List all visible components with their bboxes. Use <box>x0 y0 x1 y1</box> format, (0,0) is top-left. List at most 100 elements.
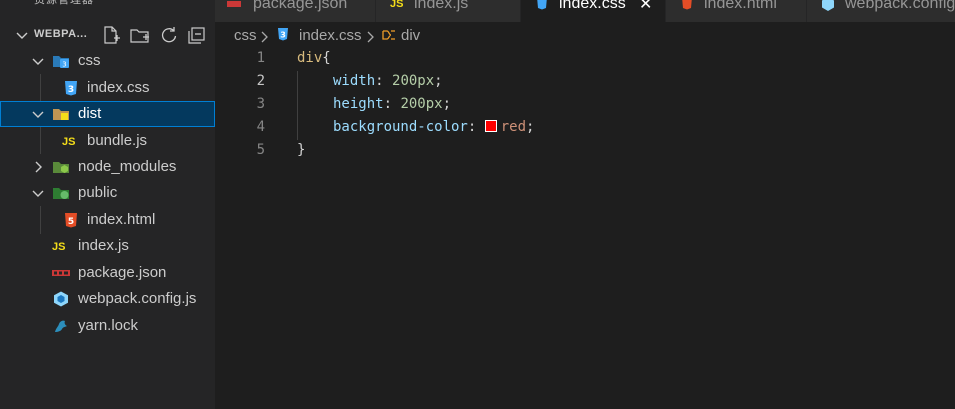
code-editor[interactable]: 1 div{ 2 width: 200px; 3 height: 200px; … <box>215 48 955 409</box>
close-brace: } <box>297 142 306 158</box>
chevron-down-icon[interactable] <box>30 106 46 122</box>
tab-label: index.css <box>559 0 626 12</box>
color-swatch[interactable] <box>484 120 497 132</box>
js-file-icon: JS <box>390 0 404 10</box>
tree-item-bundle-js[interactable]: JS bundle.js <box>0 128 215 154</box>
refresh-icon[interactable] <box>158 24 180 46</box>
line-number: 3 <box>256 96 265 112</box>
webpack-file-icon <box>54 291 68 307</box>
code-text: } <box>297 142 305 158</box>
close-icon[interactable]: ✕ <box>639 0 652 14</box>
semicolon: ; <box>526 119 535 135</box>
code-line: 5 } <box>215 140 955 163</box>
tree-item-webpack-config[interactable]: webpack.config.js <box>0 286 215 312</box>
breadcrumb-separator-icon <box>367 31 374 43</box>
tree-item-index-css[interactable]: 3 index.css <box>0 75 215 101</box>
more-actions-icon[interactable]: ··· <box>178 0 195 6</box>
tab-label: index.html <box>704 0 777 12</box>
js-file-icon: JS <box>52 241 66 253</box>
new-folder-icon[interactable] <box>129 24 151 46</box>
tree-item-yarn-lock[interactable]: yarn.lock <box>0 313 215 339</box>
breadcrumb-folder[interactable]: css <box>234 27 257 44</box>
tree-item-public[interactable]: public <box>0 180 215 206</box>
css-selector: div <box>297 50 323 66</box>
tree-item-dist[interactable]: dist <box>0 101 215 127</box>
css-file-icon: 3 <box>65 81 77 96</box>
svg-text:3: 3 <box>62 61 66 69</box>
code-line: 3 height: 200px; <box>215 94 955 117</box>
html-file-icon: 5 <box>65 213 77 228</box>
npm-file-icon <box>52 270 70 276</box>
code-text: background-color: red; <box>333 119 534 135</box>
tree-item-package-json[interactable]: package.json <box>0 260 215 286</box>
chevron-down-icon[interactable] <box>30 185 46 201</box>
breadcrumb-file[interactable]: index.css <box>299 27 362 44</box>
tree-item-label: index.html <box>87 211 156 228</box>
node-folder-icon <box>53 162 69 173</box>
tree-item-label: bundle.js <box>87 132 148 149</box>
css-value: red <box>500 119 527 135</box>
yarn-file-icon <box>55 320 67 332</box>
editor-tab-bar: package.json JS index.js index.css ✕ ind… <box>215 0 955 22</box>
code-line: 4 background-color: red; <box>215 117 955 140</box>
workspace-section-header[interactable]: WEBPA... <box>0 22 215 48</box>
tab-package-json[interactable]: package.json <box>215 0 376 22</box>
workspace-name: WEBPA... <box>34 28 88 40</box>
tree-item-node-modules[interactable]: node_modules <box>0 154 215 180</box>
css-value: 200px <box>392 73 435 89</box>
css-folder-icon: 3 <box>53 56 69 69</box>
breadcrumb: css 3 index.css div <box>215 22 955 48</box>
open-brace: { <box>322 50 331 66</box>
tab-index-css[interactable]: index.css ✕ <box>521 0 666 22</box>
npm-file-icon <box>227 1 241 7</box>
css-file-icon: 3 <box>278 28 288 41</box>
breadcrumb-separator-icon <box>261 31 268 43</box>
code-line: 1 div{ <box>215 48 955 71</box>
js-file-icon: JS <box>62 136 76 148</box>
tree-item-index-js[interactable]: JS index.js <box>0 233 215 259</box>
chevron-right-icon[interactable] <box>30 159 46 175</box>
explorer-title: 资源管理器 <box>34 0 94 6</box>
tree-item-label: css <box>78 52 101 69</box>
tab-index-js[interactable]: JS index.js <box>376 0 521 22</box>
svg-text:5: 5 <box>68 217 74 227</box>
dist-folder-icon <box>53 109 69 120</box>
code-text: width: 200px; <box>333 73 443 89</box>
public-folder-icon <box>53 188 69 199</box>
tab-index-html[interactable]: index.html <box>666 0 807 22</box>
tree-item-css[interactable]: 3 css <box>0 48 215 74</box>
css-property: height <box>333 96 384 112</box>
tab-label: package.json <box>253 0 348 12</box>
collapse-all-icon[interactable] <box>186 24 208 46</box>
tree-item-label: index.js <box>78 237 129 254</box>
semicolon: ; <box>434 73 443 89</box>
webpack-file-icon <box>822 0 834 11</box>
new-file-icon[interactable] <box>100 24 122 46</box>
tab-label: index.js <box>414 0 469 12</box>
tree-item-label: public <box>78 184 118 201</box>
line-number: 5 <box>256 142 265 158</box>
line-number: 2 <box>256 73 265 89</box>
tree-item-label: package.json <box>78 264 167 281</box>
line-number: 4 <box>256 119 265 135</box>
css-property: width <box>333 73 376 89</box>
tree-item-label: yarn.lock <box>78 317 139 334</box>
css-file-icon <box>537 0 547 10</box>
line-number: 1 <box>256 50 265 66</box>
colon: : <box>467 119 485 135</box>
code-text: div{ <box>297 50 331 66</box>
tab-label: webpack.config <box>845 0 955 12</box>
svg-text:3: 3 <box>280 31 286 40</box>
css-property: background-color <box>333 119 468 135</box>
tree-item-index-html[interactable]: 5 index.html <box>0 207 215 233</box>
tree-item-label: dist <box>78 105 102 122</box>
code-line-current: 2 width: 200px; <box>215 71 955 94</box>
semicolon: ; <box>442 96 452 112</box>
tab-webpack-config[interactable]: webpack.config <box>807 0 955 22</box>
html-file-icon <box>682 0 692 10</box>
breadcrumb-symbol[interactable]: div <box>401 27 420 44</box>
css-value: 200px <box>400 96 443 112</box>
chevron-down-icon[interactable] <box>14 27 30 43</box>
chevron-down-icon[interactable] <box>30 53 46 69</box>
colon: : <box>375 73 393 89</box>
